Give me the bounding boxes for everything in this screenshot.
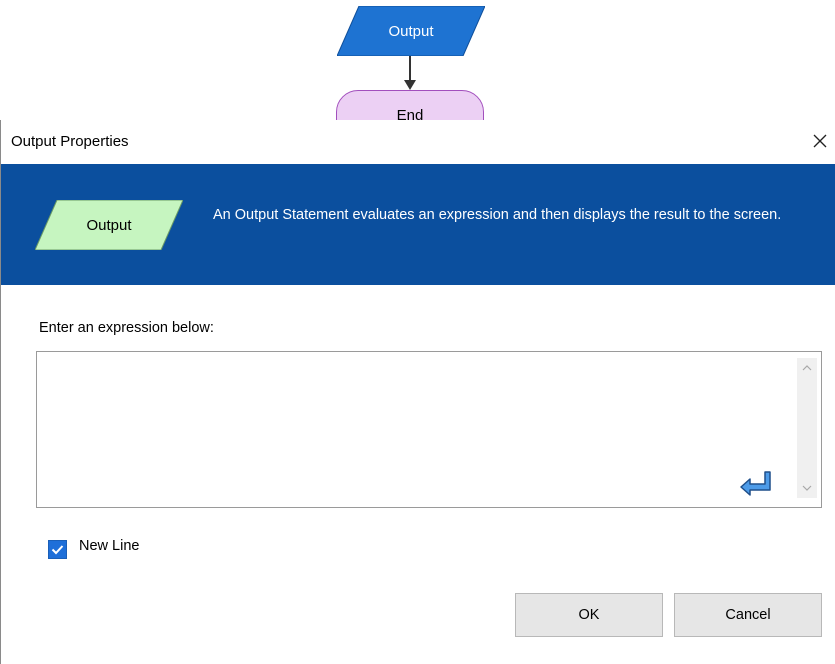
banner-output-shape: Output — [35, 200, 183, 250]
enter-key-icon — [740, 471, 771, 496]
new-line-label[interactable]: New Line — [79, 538, 139, 554]
scroll-down-button[interactable] — [797, 478, 817, 498]
scroll-up-button[interactable] — [797, 358, 817, 378]
flow-connector-arrow — [404, 56, 416, 90]
close-button[interactable] — [805, 126, 835, 156]
dialog-title: Output Properties — [11, 133, 129, 150]
expression-label: Enter an expression below: — [39, 320, 214, 336]
dialog-titlebar[interactable]: Output Properties — [1, 120, 835, 164]
cancel-button[interactable]: Cancel — [674, 593, 822, 637]
checkmark-icon — [51, 545, 64, 555]
flowchart-output-shape[interactable]: Output — [337, 6, 485, 56]
flowchart-output-label: Output — [388, 22, 434, 40]
output-properties-dialog: Output Properties Output An Output State… — [0, 120, 835, 664]
ok-button[interactable]: OK — [515, 593, 663, 637]
new-line-checkbox[interactable] — [48, 540, 67, 559]
expression-input[interactable] — [36, 351, 822, 508]
dialog-header-banner: Output An Output Statement evaluates an … — [1, 164, 835, 285]
close-icon — [813, 134, 827, 148]
expression-scrollbar[interactable] — [797, 358, 817, 498]
banner-shape-label: Output — [86, 216, 132, 234]
banner-description: An Output Statement evaluates an express… — [213, 207, 782, 223]
chevron-down-icon — [802, 485, 812, 491]
chevron-up-icon — [802, 365, 812, 371]
